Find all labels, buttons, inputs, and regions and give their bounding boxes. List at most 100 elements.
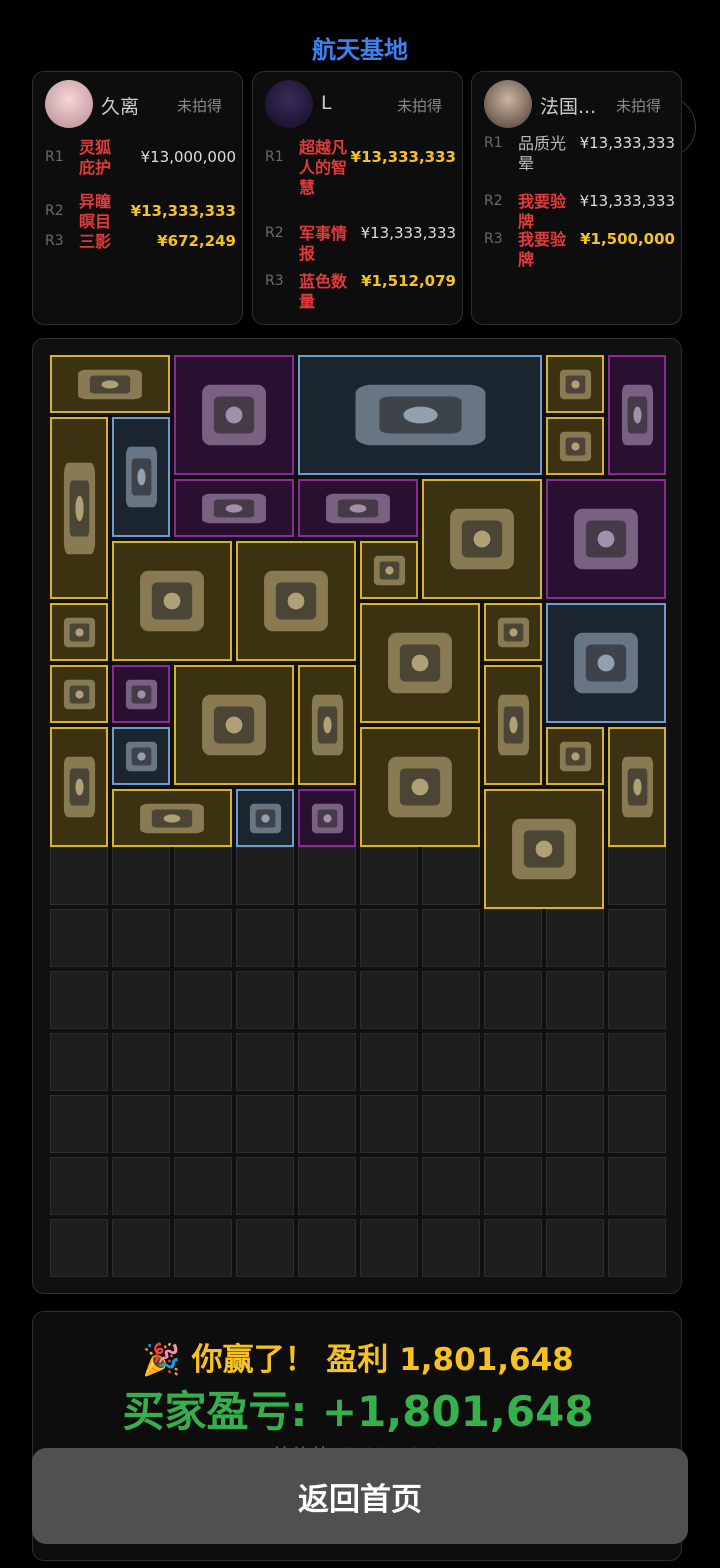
empty-slot[interactable] bbox=[484, 971, 542, 1029]
empty-slot[interactable] bbox=[422, 1219, 480, 1277]
empty-slot[interactable] bbox=[422, 909, 480, 967]
empty-slot[interactable] bbox=[422, 847, 480, 905]
inventory-item[interactable] bbox=[50, 603, 108, 661]
inventory-item[interactable] bbox=[112, 727, 170, 785]
empty-slot[interactable] bbox=[50, 847, 108, 905]
inventory-item[interactable] bbox=[298, 355, 542, 475]
empty-slot[interactable] bbox=[298, 909, 356, 967]
empty-slot[interactable] bbox=[608, 1157, 666, 1215]
inventory-item[interactable] bbox=[484, 665, 542, 785]
empty-slot[interactable] bbox=[608, 971, 666, 1029]
empty-slot[interactable] bbox=[236, 847, 294, 905]
inventory-item[interactable] bbox=[174, 479, 294, 537]
inventory-item[interactable] bbox=[236, 789, 294, 847]
inventory-item[interactable] bbox=[174, 665, 294, 785]
empty-slot[interactable] bbox=[50, 1033, 108, 1091]
empty-slot[interactable] bbox=[546, 1033, 604, 1091]
inventory-item[interactable] bbox=[546, 479, 666, 599]
empty-slot[interactable] bbox=[50, 1095, 108, 1153]
empty-slot[interactable] bbox=[112, 909, 170, 967]
inventory-item[interactable] bbox=[112, 665, 170, 723]
empty-slot[interactable] bbox=[298, 971, 356, 1029]
empty-slot[interactable] bbox=[608, 847, 666, 905]
empty-slot[interactable] bbox=[236, 1157, 294, 1215]
empty-slot[interactable] bbox=[608, 1033, 666, 1091]
inventory-item[interactable] bbox=[546, 603, 666, 723]
empty-slot[interactable] bbox=[360, 909, 418, 967]
inventory-item[interactable] bbox=[112, 417, 170, 537]
inventory-item[interactable] bbox=[298, 479, 418, 537]
empty-slot[interactable] bbox=[422, 1095, 480, 1153]
empty-slot[interactable] bbox=[174, 1157, 232, 1215]
inventory-item[interactable] bbox=[546, 417, 604, 475]
inventory-item[interactable] bbox=[174, 355, 294, 475]
empty-slot[interactable] bbox=[298, 1219, 356, 1277]
inventory-item[interactable] bbox=[50, 417, 108, 599]
empty-slot[interactable] bbox=[50, 1219, 108, 1277]
empty-slot[interactable] bbox=[236, 971, 294, 1029]
empty-slot[interactable] bbox=[360, 1219, 418, 1277]
empty-slot[interactable] bbox=[422, 1033, 480, 1091]
empty-slot[interactable] bbox=[298, 1033, 356, 1091]
empty-slot[interactable] bbox=[236, 1033, 294, 1091]
inventory-item[interactable] bbox=[50, 665, 108, 723]
empty-slot[interactable] bbox=[50, 971, 108, 1029]
inventory-item[interactable] bbox=[112, 541, 232, 661]
empty-slot[interactable] bbox=[112, 1033, 170, 1091]
empty-slot[interactable] bbox=[546, 1095, 604, 1153]
inventory-item[interactable] bbox=[546, 727, 604, 785]
inventory-item[interactable] bbox=[484, 789, 604, 909]
inventory-item[interactable] bbox=[50, 355, 170, 413]
empty-slot[interactable] bbox=[298, 1157, 356, 1215]
empty-slot[interactable] bbox=[298, 1095, 356, 1153]
inventory-item[interactable] bbox=[608, 727, 666, 847]
inventory-item[interactable] bbox=[298, 789, 356, 847]
empty-slot[interactable] bbox=[546, 1219, 604, 1277]
empty-slot[interactable] bbox=[112, 847, 170, 905]
empty-slot[interactable] bbox=[608, 1095, 666, 1153]
inventory-item[interactable] bbox=[360, 603, 480, 723]
empty-slot[interactable] bbox=[236, 909, 294, 967]
empty-slot[interactable] bbox=[298, 847, 356, 905]
empty-slot[interactable] bbox=[50, 1157, 108, 1215]
inventory-item[interactable] bbox=[360, 727, 480, 847]
empty-slot[interactable] bbox=[360, 971, 418, 1029]
empty-slot[interactable] bbox=[236, 1095, 294, 1153]
inventory-item[interactable] bbox=[112, 789, 232, 847]
return-home-button[interactable]: 返回首页 bbox=[32, 1448, 688, 1544]
empty-slot[interactable] bbox=[484, 1033, 542, 1091]
inventory-item[interactable] bbox=[546, 355, 604, 413]
empty-slot[interactable] bbox=[484, 1157, 542, 1215]
empty-slot[interactable] bbox=[50, 909, 108, 967]
empty-slot[interactable] bbox=[112, 971, 170, 1029]
empty-slot[interactable] bbox=[546, 909, 604, 967]
empty-slot[interactable] bbox=[484, 909, 542, 967]
inventory-item[interactable] bbox=[50, 727, 108, 847]
empty-slot[interactable] bbox=[112, 1157, 170, 1215]
empty-slot[interactable] bbox=[174, 1033, 232, 1091]
empty-slot[interactable] bbox=[360, 847, 418, 905]
empty-slot[interactable] bbox=[360, 1095, 418, 1153]
inventory-item[interactable] bbox=[360, 541, 418, 599]
empty-slot[interactable] bbox=[484, 1095, 542, 1153]
empty-slot[interactable] bbox=[174, 971, 232, 1029]
empty-slot[interactable] bbox=[360, 1157, 418, 1215]
empty-slot[interactable] bbox=[174, 909, 232, 967]
empty-slot[interactable] bbox=[174, 1095, 232, 1153]
inventory-item[interactable] bbox=[236, 541, 356, 661]
empty-slot[interactable] bbox=[484, 1219, 542, 1277]
empty-slot[interactable] bbox=[360, 1033, 418, 1091]
empty-slot[interactable] bbox=[112, 1219, 170, 1277]
empty-slot[interactable] bbox=[174, 1219, 232, 1277]
empty-slot[interactable] bbox=[174, 847, 232, 905]
empty-slot[interactable] bbox=[112, 1095, 170, 1153]
empty-slot[interactable] bbox=[608, 909, 666, 967]
empty-slot[interactable] bbox=[422, 1157, 480, 1215]
inventory-item[interactable] bbox=[484, 603, 542, 661]
inventory-item[interactable] bbox=[298, 665, 356, 785]
empty-slot[interactable] bbox=[546, 971, 604, 1029]
empty-slot[interactable] bbox=[608, 1219, 666, 1277]
inventory-item[interactable] bbox=[422, 479, 542, 599]
empty-slot[interactable] bbox=[236, 1219, 294, 1277]
empty-slot[interactable] bbox=[422, 971, 480, 1029]
